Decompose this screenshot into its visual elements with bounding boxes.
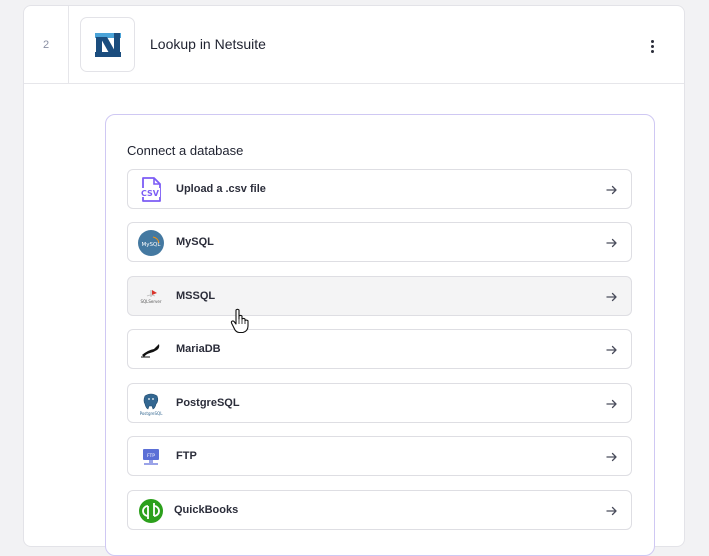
db-option-csv[interactable]: CSV Upload a .csv file xyxy=(127,169,632,209)
arrow-right-icon xyxy=(606,452,617,462)
mssql-icon: SQLServer xyxy=(138,284,164,310)
arrow-right-icon xyxy=(606,506,617,516)
step-header: 2 Lookup in Netsuite xyxy=(24,6,684,84)
more-options-button[interactable] xyxy=(642,36,662,56)
db-option-mssql[interactable]: SQLServer MSSQL xyxy=(127,276,632,316)
quickbooks-icon xyxy=(138,498,164,524)
db-option-label: Upload a .csv file xyxy=(176,183,266,195)
db-option-mysql[interactable]: MySQL MySQL xyxy=(127,222,632,262)
arrow-right-icon xyxy=(606,399,617,409)
step-number: 2 xyxy=(24,6,69,83)
db-option-label: FTP xyxy=(176,450,197,462)
db-option-label: MSSQL xyxy=(176,290,216,302)
svg-text:SQLServer: SQLServer xyxy=(140,299,161,304)
step-title: Lookup in Netsuite xyxy=(150,36,266,52)
arrow-right-icon xyxy=(606,292,617,302)
workflow-step-card: 2 Lookup in Netsuite Connect a database xyxy=(23,5,685,556)
db-option-mariadb[interactable]: MariaDB xyxy=(127,329,632,369)
connect-database-panel: Connect a database CSV Upload a .csv fil… xyxy=(105,114,655,556)
svg-text:PostgreSQL: PostgreSQL xyxy=(140,411,164,416)
netsuite-logo-icon xyxy=(80,17,135,72)
db-option-label: MySQL xyxy=(176,236,214,248)
db-option-ftp[interactable]: FTP FTP xyxy=(127,436,632,476)
arrow-right-icon xyxy=(606,185,617,195)
csv-file-icon: CSV xyxy=(138,177,164,203)
panel-title: Connect a database xyxy=(127,143,244,158)
arrow-right-icon xyxy=(606,238,617,248)
db-option-label: QuickBooks xyxy=(174,504,239,516)
ftp-icon: FTP xyxy=(138,444,164,470)
db-option-label: MariaDB xyxy=(176,343,221,355)
db-option-postgresql[interactable]: PostgreSQL PostgreSQL xyxy=(127,383,632,423)
db-option-quickbooks[interactable]: QuickBooks xyxy=(127,490,632,530)
arrow-right-icon xyxy=(606,345,617,355)
svg-text:CSV: CSV xyxy=(141,189,160,198)
more-vertical-icon xyxy=(650,39,654,43)
mariadb-icon xyxy=(138,337,164,363)
svg-text:MySQL: MySQL xyxy=(142,242,162,248)
svg-text:FTP: FTP xyxy=(147,453,155,459)
db-option-label: PostgreSQL xyxy=(176,397,240,409)
mysql-icon: MySQL xyxy=(138,230,164,256)
postgresql-icon: PostgreSQL xyxy=(138,391,164,417)
